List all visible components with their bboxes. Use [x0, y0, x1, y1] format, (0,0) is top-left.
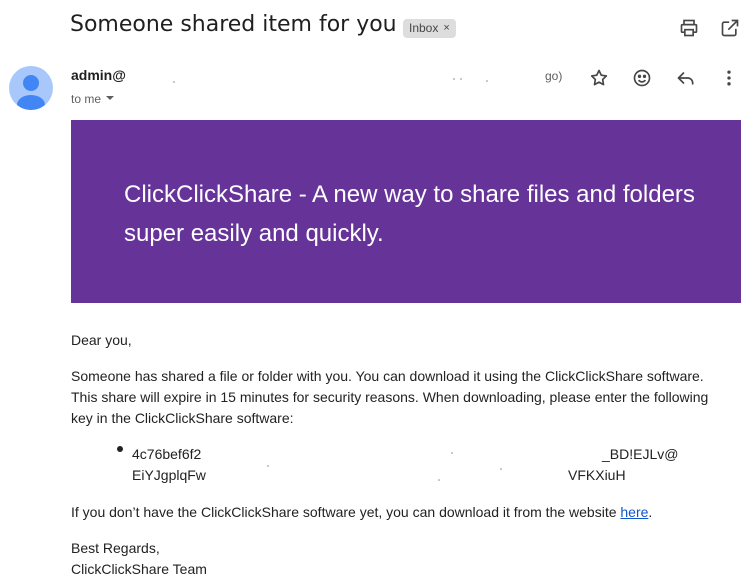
remove-label-icon[interactable]: × — [443, 19, 449, 38]
to-me-label: to me — [71, 92, 102, 106]
list-bullet — [117, 446, 123, 452]
body-paragraph-line1: Someone has shared a file or folder with… — [71, 368, 704, 384]
key-line1-start: 4c76bef6f2 — [132, 446, 202, 462]
reply-icon[interactable] — [674, 66, 698, 90]
key-line2-end: VFKXiuH — [568, 467, 626, 483]
body-paragraph-line3: key in the ClickClickShare software: — [71, 410, 294, 426]
download-suffix: . — [648, 504, 653, 520]
message-header: Someone shared item for you Inbox × — [0, 0, 751, 56]
key-line2-start: EiYJgplqFw — [132, 467, 206, 483]
download-paragraph: If you don’t have the ClickClickShare so… — [71, 502, 652, 523]
received-time: go) — [545, 69, 563, 83]
star-icon[interactable] — [587, 66, 611, 90]
key-line1-end: _BD!EJLv@ — [602, 446, 679, 462]
greeting: Dear you, — [71, 332, 132, 348]
emoji-reaction-icon[interactable] — [630, 66, 654, 90]
signature: ClickClickShare Team — [71, 561, 207, 577]
print-icon[interactable] — [678, 17, 700, 39]
email-subject: Someone shared item for you — [70, 12, 397, 37]
sender-name: admin@ — [71, 67, 126, 83]
recipient-details-toggle[interactable]: to me — [71, 92, 115, 106]
body-paragraph-line2: This share will expire in 15 minutes for… — [71, 389, 709, 405]
open-in-new-window-icon[interactable] — [719, 17, 741, 39]
more-vert-icon[interactable] — [717, 66, 741, 90]
inbox-label-text: Inbox — [409, 21, 439, 35]
inbox-label-chip[interactable]: Inbox × — [403, 19, 456, 38]
download-text: If you don’t have the ClickClickShare so… — [71, 504, 621, 520]
banner-text: ClickClickShare - A new way to share fil… — [124, 181, 695, 247]
sender-avatar[interactable] — [9, 66, 53, 110]
promo-banner: ClickClickShare - A new way to share fil… — [71, 120, 741, 303]
closing: Best Regards, — [71, 540, 160, 556]
chevron-down-icon[interactable] — [105, 92, 115, 106]
download-here-link[interactable]: here — [620, 504, 648, 520]
